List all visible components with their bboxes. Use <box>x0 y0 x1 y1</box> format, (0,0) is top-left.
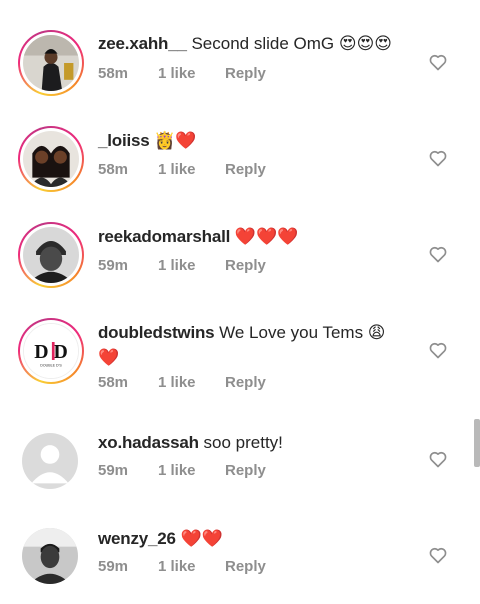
heart-outline-icon[interactable] <box>428 340 448 360</box>
reply-button[interactable]: Reply <box>225 65 266 82</box>
heart-outline-icon[interactable] <box>428 52 448 72</box>
heart-outline-icon[interactable] <box>428 449 448 469</box>
comment-feed: zee.xahh__ Second slide OmG 😍😍😍 58m 1 li… <box>0 0 480 604</box>
comment-username[interactable]: doubledstwins <box>98 323 215 342</box>
avatar-story-ring[interactable] <box>18 30 84 96</box>
logo-caption: DOUBLE D'S <box>40 363 62 367</box>
scrollbar-thumb[interactable] <box>474 419 480 467</box>
logo-letters: D D <box>34 341 68 363</box>
comment-time: 59m <box>98 462 129 479</box>
default-avatar-icon[interactable] <box>22 433 78 489</box>
comment-text-line: reekadomarshall ❤️❤️❤️ <box>98 224 408 249</box>
comment-body: Second slide OmG 😍😍😍 <box>186 34 393 53</box>
comment-time: 58m <box>98 161 129 178</box>
comment-text-line: doubledstwins We Love you Tems 😩 ❤️ <box>98 320 408 370</box>
avatar[interactable] <box>23 227 79 283</box>
heart-outline-icon[interactable] <box>428 545 448 565</box>
reply-button[interactable]: Reply <box>225 257 266 274</box>
comment-time: 58m <box>98 65 129 82</box>
comment-meta: 59m 1 like Reply <box>98 462 266 479</box>
comment-username[interactable]: xo.hadassah <box>98 433 199 452</box>
comment-meta: 59m 1 like Reply <box>98 558 266 575</box>
avatar-story-ring[interactable] <box>18 126 84 192</box>
comment-meta: 59m 1 like Reply <box>98 257 266 274</box>
comment-likes[interactable]: 1 like <box>158 257 225 274</box>
comment-body: 👸❤️ <box>149 131 197 150</box>
comment-text-line: zee.xahh__ Second slide OmG 😍😍😍 <box>98 31 408 56</box>
heart-outline-icon[interactable] <box>428 244 448 264</box>
comment-meta: 58m 1 like Reply <box>98 65 266 82</box>
heart-outline-icon[interactable] <box>428 148 448 168</box>
comment-username[interactable]: reekadomarshall <box>98 227 230 246</box>
avatar[interactable]: D D DOUBLE D'S <box>23 323 79 379</box>
avatar[interactable] <box>23 131 79 187</box>
comment-time: 59m <box>98 257 129 274</box>
avatar-story-ring[interactable]: D D DOUBLE D'S <box>18 318 84 384</box>
comment-body: soo pretty! <box>198 433 283 452</box>
reply-button[interactable]: Reply <box>225 462 266 479</box>
reply-button[interactable]: Reply <box>225 161 266 178</box>
comment-likes[interactable]: 1 like <box>158 374 225 391</box>
avatar-frame[interactable] <box>22 433 78 489</box>
comment-text-line: xo.hadassah soo pretty! <box>98 430 408 455</box>
comment-time: 59m <box>98 558 129 575</box>
comment-likes[interactable]: 1 like <box>158 161 225 178</box>
comment-text-line: wenzy_26 ❤️❤️ <box>98 526 408 551</box>
avatar-story-ring[interactable] <box>18 222 84 288</box>
avatar[interactable] <box>22 528 78 584</box>
comment-likes[interactable]: 1 like <box>158 65 225 82</box>
comment-body: ❤️❤️ <box>175 529 223 548</box>
comment-meta: 58m 1 like Reply <box>98 161 266 178</box>
comment-text-line: _loiiss 👸❤️ <box>98 128 408 153</box>
avatar[interactable] <box>23 35 79 91</box>
reply-button[interactable]: Reply <box>225 558 266 575</box>
comment-username[interactable]: zee.xahh__ <box>98 34 187 53</box>
avatar-frame[interactable] <box>22 528 78 584</box>
comment-meta: 58m 1 like Reply <box>98 374 266 391</box>
comment-time: 58m <box>98 374 129 391</box>
comment-username[interactable]: wenzy_26 <box>98 529 176 548</box>
comment-likes[interactable]: 1 like <box>158 558 225 575</box>
comment-username[interactable]: _loiiss <box>98 131 150 150</box>
reply-button[interactable]: Reply <box>225 374 266 391</box>
comment-likes[interactable]: 1 like <box>158 462 225 479</box>
comment-body: ❤️❤️❤️ <box>230 227 299 246</box>
